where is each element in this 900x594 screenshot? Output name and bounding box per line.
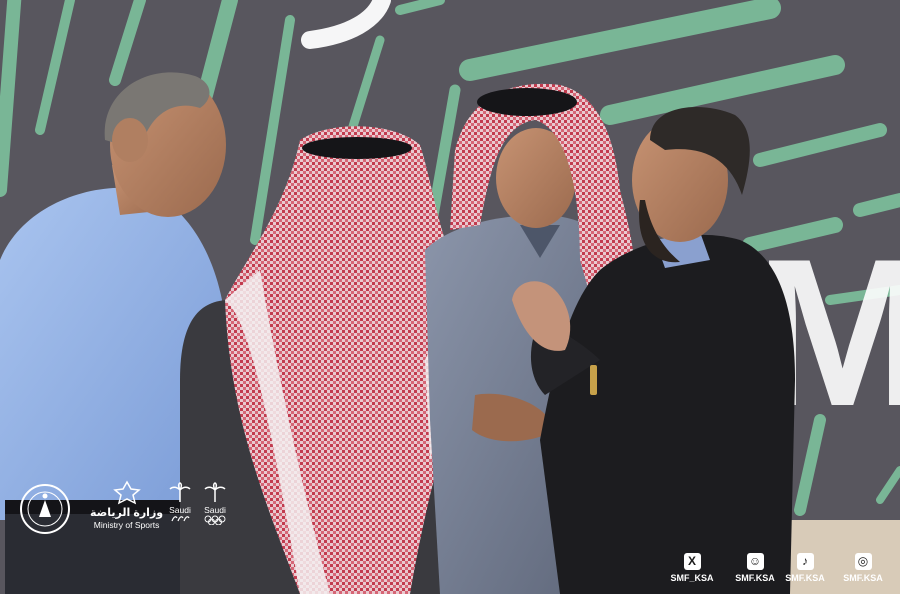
social-handle: SMF.KSA bbox=[785, 573, 825, 583]
ministry-emblem-icon bbox=[112, 480, 141, 505]
x-icon: X bbox=[683, 553, 701, 570]
olympic-label: Saudi bbox=[204, 505, 226, 515]
social-tiktok[interactable]: ♪ SMF.KSA bbox=[778, 553, 832, 583]
social-handle: SMF_KSA bbox=[670, 573, 714, 583]
tiktok-icon: ♪ bbox=[796, 553, 814, 570]
olympic-logo: Saudi bbox=[203, 482, 227, 525]
paralympic-logo: Saudi bbox=[168, 482, 192, 523]
agitos-icon bbox=[171, 516, 190, 522]
olympic-rings-icon bbox=[204, 515, 226, 525]
event-photo: M وزارة الرياضة Ministry of Sports Saudi… bbox=[0, 0, 900, 594]
palm-swords-icon bbox=[169, 482, 191, 502]
palm-swords-icon bbox=[204, 482, 226, 502]
social-instagram[interactable]: ◎ SMF.KSA bbox=[836, 553, 890, 583]
instagram-icon: ◎ bbox=[854, 553, 872, 570]
federation-seal-icon bbox=[20, 484, 70, 534]
federation-logo bbox=[18, 482, 72, 536]
snapchat-icon: ☺ bbox=[746, 553, 764, 570]
social-handle: SMF.KSA bbox=[843, 573, 883, 583]
ministry-name-english: Ministry of Sports bbox=[93, 520, 160, 530]
ministry-name-arabic: وزارة الرياضة bbox=[90, 507, 164, 519]
paralympic-label: Saudi bbox=[169, 505, 191, 515]
social-handle: SMF.KSA bbox=[735, 573, 775, 583]
social-snapchat[interactable]: ☺ SMF.KSA bbox=[728, 553, 782, 583]
social-x[interactable]: X SMF_KSA bbox=[665, 553, 719, 583]
ministry-logo: وزارة الرياضة Ministry of Sports bbox=[90, 480, 163, 530]
